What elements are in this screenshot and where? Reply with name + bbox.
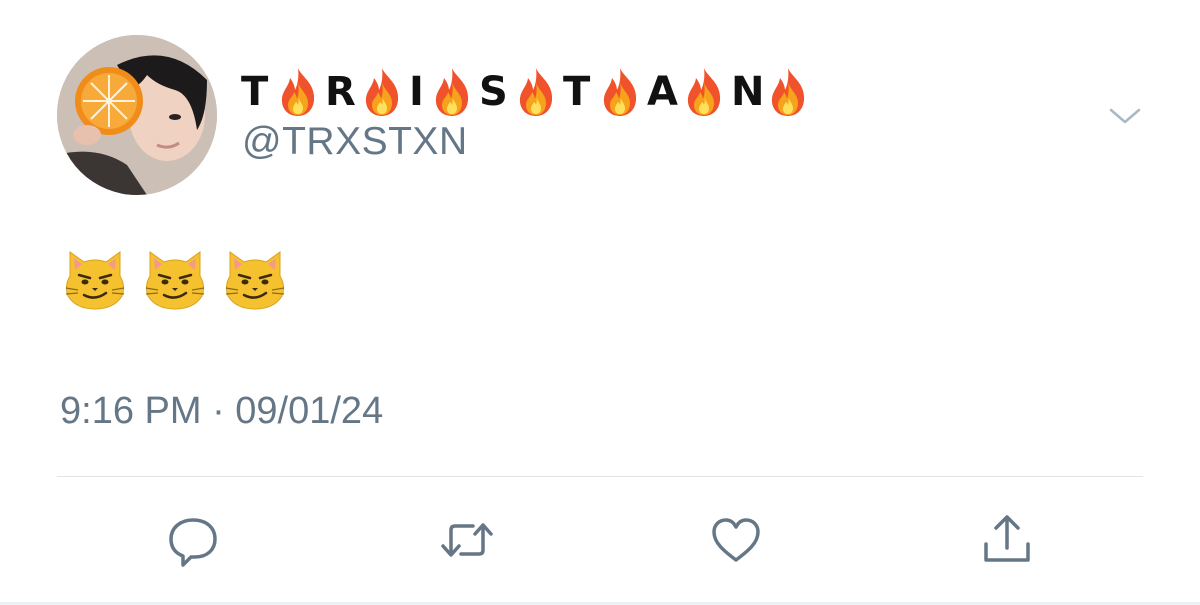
avatar-photo bbox=[57, 35, 217, 195]
share-icon bbox=[984, 515, 1030, 562]
display-name-letter: S bbox=[479, 69, 508, 115]
fire-emoji-icon bbox=[683, 66, 725, 118]
share-button[interactable] bbox=[972, 505, 1042, 575]
smirking-cat-emoji-icon bbox=[142, 246, 208, 312]
reply-icon bbox=[169, 518, 217, 567]
display-name-letter: I bbox=[409, 69, 424, 115]
fire-emoji-icon bbox=[599, 66, 641, 118]
fire-emoji-icon bbox=[361, 66, 403, 118]
fire-emoji-icon bbox=[431, 66, 473, 118]
fire-emoji-icon bbox=[277, 66, 319, 118]
tweet-text bbox=[62, 246, 288, 312]
display-name-letter: T bbox=[563, 69, 591, 115]
chevron-down-icon[interactable] bbox=[1103, 100, 1147, 130]
display-name-letter: A bbox=[647, 69, 678, 115]
tweet-actions bbox=[0, 505, 1200, 575]
fire-emoji-icon bbox=[515, 66, 557, 118]
display-name[interactable]: T R I S T A N bbox=[241, 62, 815, 122]
smirking-cat-emoji-icon bbox=[222, 246, 288, 312]
retweet-icon bbox=[441, 523, 493, 557]
smirking-cat-emoji-icon bbox=[62, 246, 128, 312]
reply-button[interactable] bbox=[158, 505, 228, 575]
user-handle[interactable]: @TRXSTXN bbox=[242, 120, 468, 164]
fire-emoji-icon bbox=[767, 66, 809, 118]
display-name-letter: N bbox=[731, 69, 765, 115]
display-name-letter: R bbox=[325, 69, 356, 115]
retweet-button[interactable] bbox=[432, 505, 502, 575]
tweet-timestamp[interactable]: 9:16 PM · 09/01/24 bbox=[60, 390, 383, 433]
avatar[interactable] bbox=[57, 35, 217, 195]
divider bbox=[57, 476, 1143, 477]
heart-icon bbox=[712, 518, 760, 562]
display-name-letter: T bbox=[241, 69, 269, 115]
like-button[interactable] bbox=[701, 505, 771, 575]
